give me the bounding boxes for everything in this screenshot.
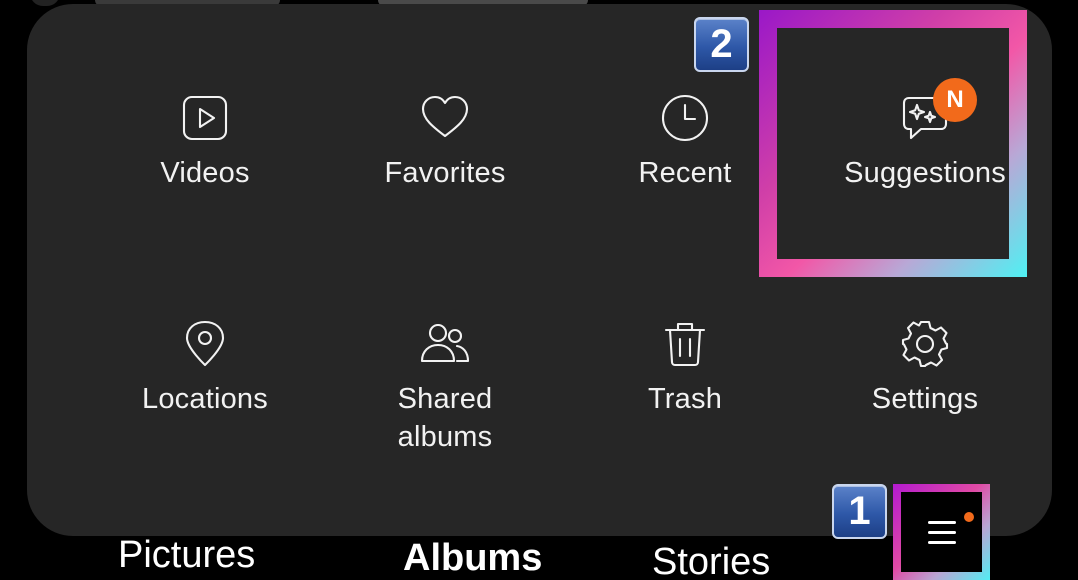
step-1-badge: 1 (832, 484, 887, 539)
step-2-badge: 2 (694, 17, 749, 72)
sparkle-chat-icon: N (899, 78, 977, 144)
menu-item-shared-albums[interactable]: Shared albums (325, 318, 565, 456)
hamburger-menu-icon (927, 521, 956, 544)
trash-icon (659, 318, 711, 370)
menu-item-label: Settings (871, 383, 979, 415)
new-badge: N (933, 78, 977, 122)
menu-button[interactable] (901, 492, 982, 572)
gallery-screen: Videos Favorites Recent N Suggestions Lo… (0, 0, 1078, 580)
tab-stories[interactable]: Stories (652, 540, 770, 580)
menu-item-trash[interactable]: Trash (565, 318, 805, 418)
location-pin-icon (179, 318, 231, 370)
gear-icon (899, 318, 951, 370)
menu-item-settings[interactable]: Settings (805, 318, 1045, 418)
menu-item-recent[interactable]: Recent (565, 92, 805, 192)
menu-item-label: Locations (142, 383, 268, 415)
background-content-peek (30, 0, 60, 6)
menu-item-label: Recent (638, 157, 732, 189)
menu-item-suggestions[interactable]: N Suggestions (805, 78, 1045, 192)
menu-item-label: Suggestions (844, 157, 1006, 189)
menu-item-label: Videos (160, 157, 250, 189)
tab-albums[interactable]: Albums (403, 536, 542, 580)
menu-item-label: Shared albums (397, 383, 493, 453)
clock-icon (659, 92, 711, 144)
people-icon (419, 318, 471, 370)
more-options-menu: Videos Favorites Recent N Suggestions Lo… (27, 4, 1052, 536)
tab-pictures[interactable]: Pictures (118, 533, 255, 577)
heart-icon (419, 92, 471, 144)
menu-item-label: Trash (647, 383, 723, 415)
menu-item-locations[interactable]: Locations (85, 318, 325, 418)
menu-item-label: Favorites (384, 157, 506, 189)
menu-item-favorites[interactable]: Favorites (325, 92, 565, 192)
notification-dot (964, 512, 974, 522)
menu-item-videos[interactable]: Videos (85, 92, 325, 192)
video-icon (179, 92, 231, 144)
